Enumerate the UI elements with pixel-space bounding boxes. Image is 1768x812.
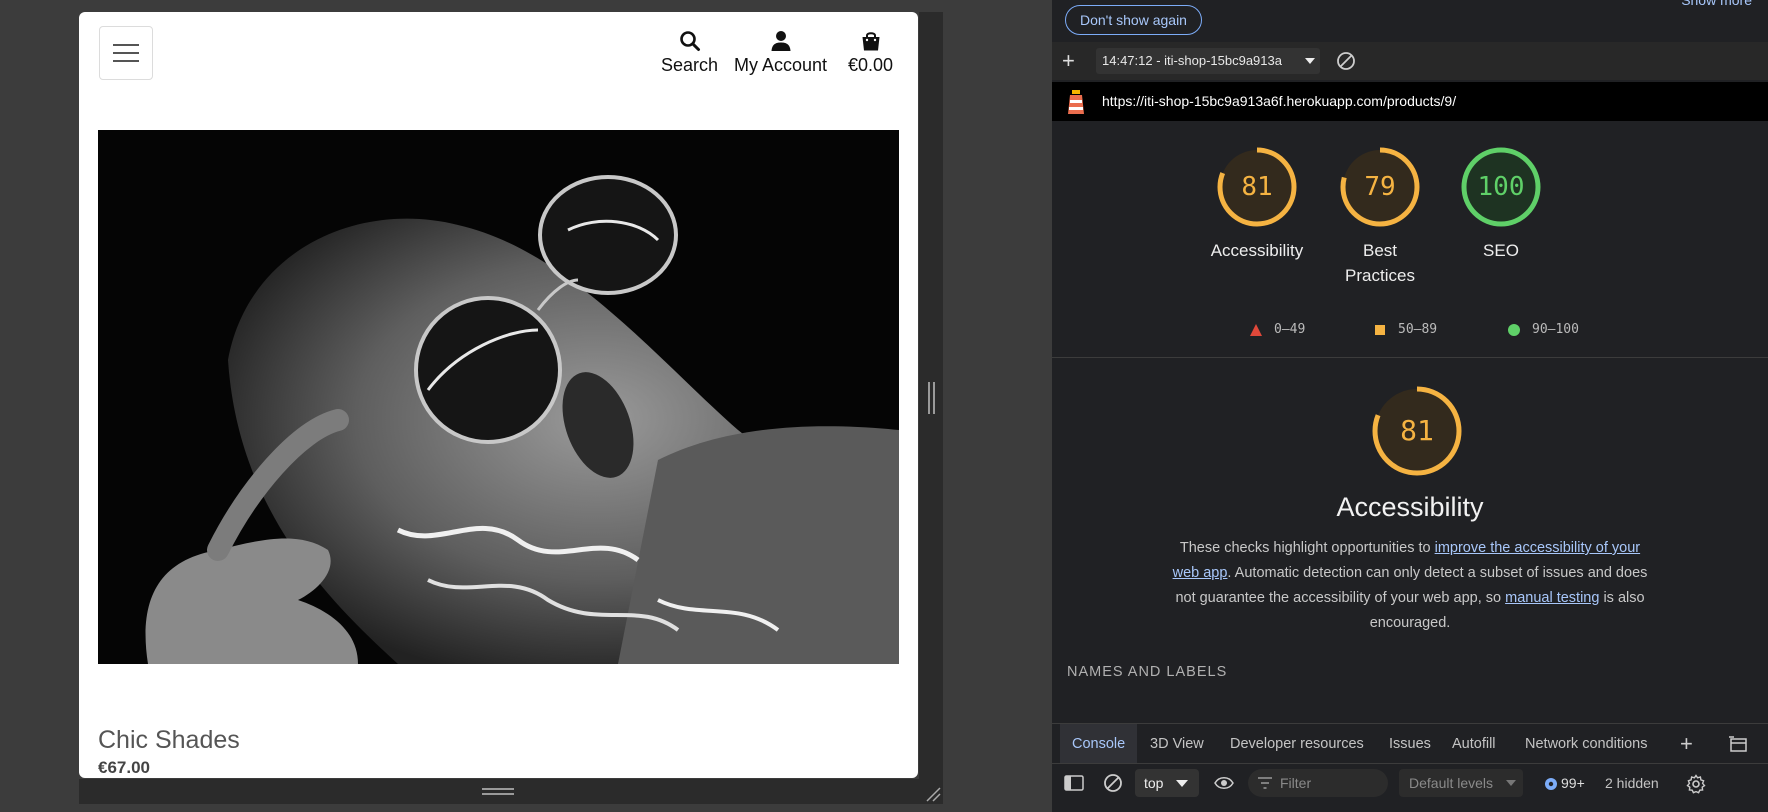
clear-console-icon[interactable] [1103,773,1123,793]
filter-icon [1258,777,1272,789]
lighthouse-logo-icon [1068,90,1084,114]
pass-circle-icon [1508,323,1520,336]
section-title: Accessibility [1336,492,1484,522]
score-gauge[interactable]: 81 [1217,147,1297,227]
more-tabs-plus-icon[interactable]: + [1680,733,1693,755]
user-icon [771,31,791,51]
nav-search-label: Search [661,55,719,75]
drawer-tab-bar: Console 3D View Developer resources Issu… [1052,723,1768,764]
tab-developer-resources[interactable]: Developer resources [1230,724,1364,764]
settings-gear-icon[interactable] [1686,774,1706,794]
gauge-label: SEO [1483,241,1519,260]
gauge-score: 79 [1364,172,1396,202]
tab-network-conditions[interactable]: Network conditions [1525,724,1648,764]
legend-range: 90–100 [1532,322,1579,337]
product-photo [98,130,899,664]
sidebar-toggle-icon[interactable] [1064,774,1084,792]
gauge-label: Accessibility [1210,241,1304,260]
nav-account-label: My Account [734,55,828,75]
devtools-panel: Don't show again Show more + 14:47:12 - … [1052,0,1768,812]
product-price: €67.00 [98,758,150,777]
fail-triangle-icon [1250,323,1262,336]
dropdown-arrow-icon [1305,58,1315,64]
context-label: top [1144,775,1164,791]
legend-range: 50–89 [1398,322,1438,337]
product-image[interactable] [98,130,899,664]
nav-search[interactable]: Search [661,30,718,76]
audited-url[interactable]: https://iti-shop-15bc9a913a6f.herokuapp.… [1102,93,1456,109]
average-square-icon [1375,324,1385,335]
bag-total: €0.00 [848,55,894,75]
search-icon [679,31,700,51]
nav-my-account[interactable]: My Account [734,30,827,76]
section-description: These checks highlight opportunities to … [1167,536,1653,636]
legend-range: 0–49 [1274,322,1306,337]
hidden-messages-count: 2 hidden [1605,775,1659,791]
dock-drawer-icon[interactable] [1728,735,1748,753]
menu-bar-icon [113,44,139,46]
audited-url-bar: https://iti-shop-15bc9a913a6f.herokuapp.… [1052,82,1768,121]
new-report-plus-icon[interactable]: + [1062,50,1075,72]
legend-item: 90–100 [1508,322,1579,337]
device-resize-handle-right[interactable] [919,12,943,804]
dropdown-arrow-icon [1176,780,1188,787]
dont-show-again-button[interactable]: Don't show again [1065,5,1202,35]
gauge-score: 100 [1477,172,1525,202]
resize-corner-icon[interactable] [925,786,941,802]
report-selector-label: 14:47:12 - iti-shop-15bc9a913a [1102,53,1282,68]
accessibility-section-gauge: 81 [1371,385,1463,477]
manual-testing-link[interactable]: manual testing [1505,590,1599,606]
score-gauge[interactable]: 79 [1340,147,1420,227]
legend-item: 0–49 [1250,322,1305,337]
tab-3d-view[interactable]: 3D View [1150,724,1204,764]
divider [1052,357,1768,358]
tab-console[interactable]: Console [1060,724,1138,764]
device-resize-handle-bottom[interactable] [79,779,943,804]
menu-bar-icon [113,60,139,62]
levels-label: Default levels [1409,775,1494,791]
show-more-link[interactable]: Show more [1681,0,1752,8]
lighthouse-top-bar: Don't show again Show more [1052,0,1768,42]
lighthouse-report-toolbar: + 14:47:12 - iti-shop-15bc9a913a [1052,42,1768,80]
message-count[interactable]: 99+ [1544,769,1585,797]
device-frame: Search My Account €0.00 Chic Shades €67.… [79,12,918,778]
report-selector[interactable]: 14:47:12 - iti-shop-15bc9a913a [1096,48,1320,74]
description-text: These checks highlight opportunities to [1179,540,1435,556]
gauge-label: Best Practices [1345,241,1415,285]
dropdown-arrow-icon [1506,780,1516,786]
message-bubble-icon [1545,778,1557,791]
tab-issues[interactable]: Issues [1389,724,1431,764]
resize-grip-icon [928,382,935,414]
product-name: Chic Shades [98,726,240,754]
live-expression-eye-icon[interactable] [1214,774,1234,792]
menu-bar-icon [113,52,139,54]
filter-placeholder: Filter [1280,775,1312,791]
hamburger-menu-button[interactable] [99,26,153,80]
console-filter-input[interactable]: Filter [1248,769,1388,797]
log-levels-select[interactable]: Default levels [1399,769,1523,797]
resize-grip-icon [482,788,514,795]
tab-autofill[interactable]: Autofill [1452,724,1496,764]
audit-group-heading: NAMES AND LABELS [1067,664,1228,680]
legend-item: 50–89 [1374,322,1437,337]
score-gauge[interactable]: 100 [1461,147,1541,227]
console-toolbar: top Filter Default levels 99+ 2 hidden [1052,763,1768,804]
nav-shopping-bag[interactable]: €0.00 [848,30,893,76]
clear-all-icon[interactable] [1336,51,1356,71]
device-viewport-area: Search My Account €0.00 Chic Shades €67.… [0,0,1052,812]
message-count-label: 99+ [1561,775,1585,791]
gauge-score: 81 [1241,172,1273,202]
execution-context-select[interactable]: top [1135,769,1199,797]
gauge-score: 81 [1400,414,1434,447]
shopping-bag-icon [862,32,880,51]
